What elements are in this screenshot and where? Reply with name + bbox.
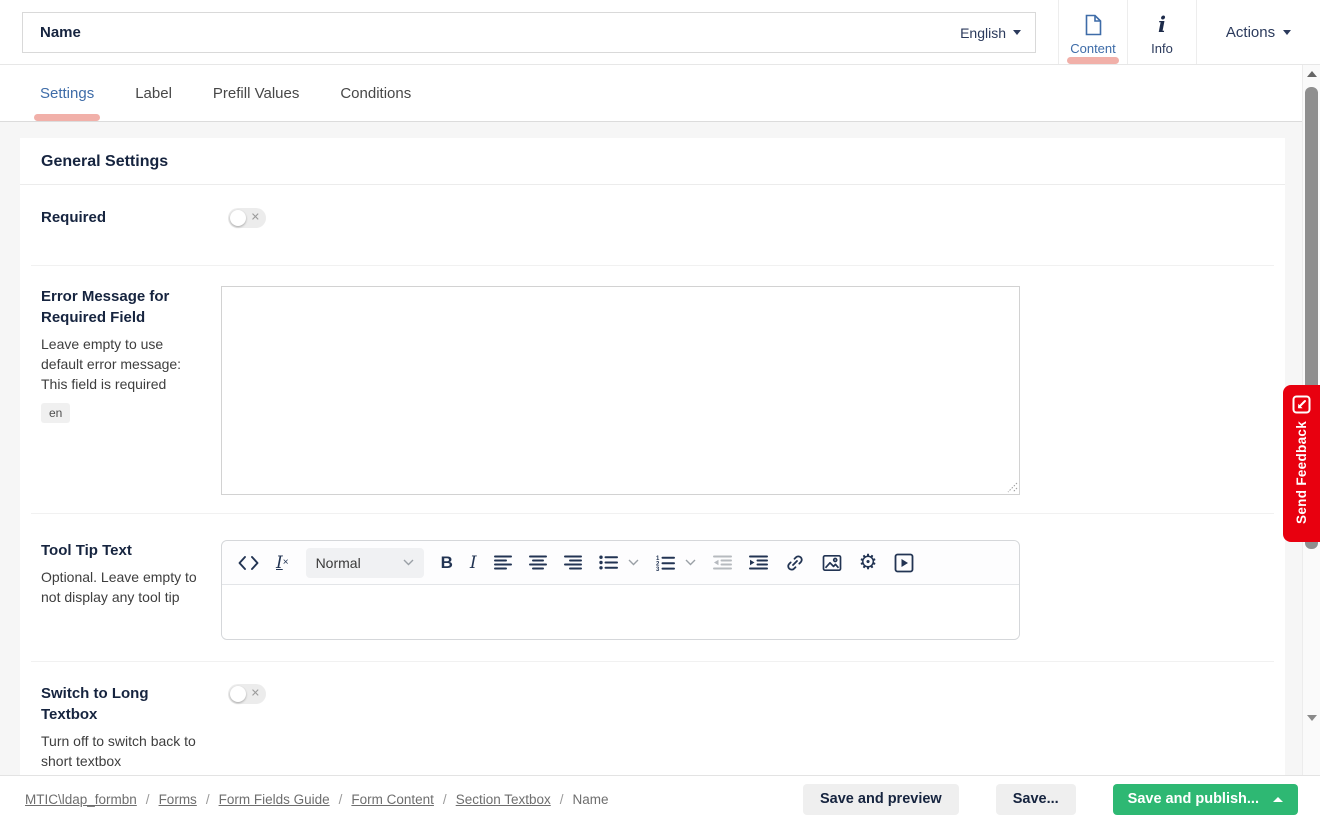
- breadcrumb-current: Name: [573, 792, 609, 807]
- bullet-list-button[interactable]: [599, 555, 618, 570]
- document-icon: [1084, 12, 1102, 38]
- toggle-off-icon: ✕: [251, 689, 260, 700]
- video-button[interactable]: [894, 553, 914, 573]
- tab-prefill-values-label: Prefill Values: [213, 85, 299, 102]
- align-center-button[interactable]: [529, 555, 547, 570]
- outdent-button: [713, 555, 732, 570]
- align-left-button[interactable]: [494, 555, 512, 570]
- tab-info-label: Info: [1151, 41, 1173, 56]
- actions-dropdown[interactable]: Actions: [1197, 0, 1320, 64]
- tab-settings-label: Settings: [40, 85, 94, 102]
- long-textbox-toggle[interactable]: ✕: [228, 684, 266, 704]
- required-toggle[interactable]: ✕: [228, 208, 266, 228]
- header: Name English Content i Info Actions: [0, 0, 1320, 65]
- tab-label[interactable]: Label: [135, 65, 172, 121]
- actions-label: Actions: [1226, 24, 1275, 41]
- tab-prefill-values[interactable]: Prefill Values: [213, 65, 299, 121]
- scroll-up-arrow-icon[interactable]: [1307, 71, 1317, 77]
- footer-bar: MTIC\ldap_formbn / Forms / Form Fields G…: [0, 775, 1320, 822]
- general-settings-card: General Settings Required ✕ Error Messag…: [20, 138, 1285, 775]
- breadcrumb-separator: /: [339, 792, 343, 807]
- chevron-down-icon: [1283, 30, 1291, 35]
- image-button[interactable]: [822, 554, 842, 572]
- chevron-down-icon: [1013, 30, 1021, 35]
- breadcrumb-forms[interactable]: Forms: [159, 792, 197, 807]
- breadcrumb-separator: /: [443, 792, 447, 807]
- error-message-textarea[interactable]: [221, 286, 1020, 495]
- tab-content[interactable]: Content: [1058, 0, 1128, 64]
- breadcrumb-separator: /: [206, 792, 210, 807]
- feedback-icon: [1292, 395, 1311, 414]
- asset-title: Name: [40, 24, 81, 41]
- language-badge: en: [41, 403, 70, 423]
- settings-tab-bar: Settings Label Prefill Values Conditions: [0, 65, 1320, 122]
- align-right-button[interactable]: [564, 555, 582, 570]
- error-message-row: Error Message for Required Field Leave e…: [31, 266, 1274, 514]
- indent-button[interactable]: [749, 555, 768, 570]
- active-tab-indicator: [34, 114, 100, 121]
- tooltip-label: Tool Tip Text: [41, 540, 209, 561]
- tooltip-help: Optional. Leave empty to not display any…: [41, 567, 209, 607]
- active-tab-indicator: [1067, 57, 1119, 64]
- italic-button[interactable]: I: [470, 553, 477, 573]
- tab-settings[interactable]: Settings: [40, 65, 94, 121]
- toggle-knob: [230, 686, 246, 702]
- tab-conditions[interactable]: Conditions: [340, 65, 411, 121]
- bold-button[interactable]: B: [441, 553, 453, 573]
- breadcrumb-form-fields-guide[interactable]: Form Fields Guide: [219, 792, 330, 807]
- required-row: Required ✕: [31, 185, 1274, 266]
- tab-label-label: Label: [135, 85, 172, 102]
- tab-info[interactable]: i Info: [1128, 0, 1197, 64]
- breadcrumb-site[interactable]: MTIC\ldap_formbn: [25, 792, 137, 807]
- long-textbox-help: Turn off to switch back to short textbox: [41, 731, 209, 771]
- main-content: General Settings Required ✕ Error Messag…: [0, 122, 1320, 775]
- toggle-off-icon: ✕: [251, 213, 260, 224]
- link-button[interactable]: [785, 553, 805, 573]
- tab-content-label: Content: [1070, 41, 1116, 56]
- tooltip-editor-content[interactable]: [222, 585, 1019, 639]
- toggle-knob: [230, 210, 246, 226]
- svg-text:3: 3: [656, 567, 660, 571]
- numbered-list-dropdown[interactable]: [685, 559, 696, 566]
- numbered-list-button[interactable]: 123: [656, 555, 675, 571]
- paragraph-style-select[interactable]: Normal: [306, 548, 424, 578]
- save-and-preview-button[interactable]: Save and preview: [803, 784, 959, 815]
- language-dropdown[interactable]: English: [960, 25, 1021, 41]
- asset-title-field[interactable]: Name English: [22, 12, 1036, 53]
- required-label: Required: [41, 207, 209, 228]
- code-view-button[interactable]: [238, 555, 259, 571]
- section-heading: General Settings: [20, 138, 1285, 185]
- chevron-up-icon: [1273, 797, 1283, 802]
- chevron-down-icon: [403, 559, 414, 566]
- send-feedback-button[interactable]: Send Feedback: [1283, 385, 1320, 542]
- editor-settings-button[interactable]: ⚙: [859, 553, 878, 573]
- error-message-help: Leave empty to use default error message…: [41, 334, 209, 394]
- save-and-publish-button[interactable]: Save and publish...: [1113, 784, 1298, 815]
- send-feedback-label: Send Feedback: [1294, 421, 1309, 524]
- error-message-label: Error Message for Required Field: [41, 286, 209, 328]
- breadcrumb-separator: /: [146, 792, 150, 807]
- language-label: English: [960, 25, 1006, 41]
- info-icon: i: [1158, 14, 1166, 36]
- breadcrumb-separator: /: [560, 792, 564, 807]
- rich-text-editor: I× Normal B I: [221, 540, 1020, 640]
- breadcrumb-section-textbox[interactable]: Section Textbox: [456, 792, 551, 807]
- breadcrumb: MTIC\ldap_formbn / Forms / Form Fields G…: [25, 792, 609, 807]
- editor-toolbar: I× Normal B I: [222, 541, 1019, 585]
- tab-conditions-label: Conditions: [340, 85, 411, 102]
- tooltip-row: Tool Tip Text Optional. Leave empty to n…: [31, 514, 1274, 662]
- long-textbox-row: Switch to Long Textbox Turn off to switc…: [31, 662, 1274, 775]
- breadcrumb-form-content[interactable]: Form Content: [351, 792, 434, 807]
- long-textbox-label: Switch to Long Textbox: [41, 683, 209, 725]
- bullet-list-dropdown[interactable]: [628, 559, 639, 566]
- clear-formatting-button[interactable]: I×: [276, 553, 289, 573]
- paragraph-style-value: Normal: [316, 555, 361, 571]
- save-and-publish-label: Save and publish...: [1128, 791, 1259, 807]
- scroll-down-arrow-icon[interactable]: [1307, 715, 1317, 721]
- save-button[interactable]: Save...: [996, 784, 1076, 815]
